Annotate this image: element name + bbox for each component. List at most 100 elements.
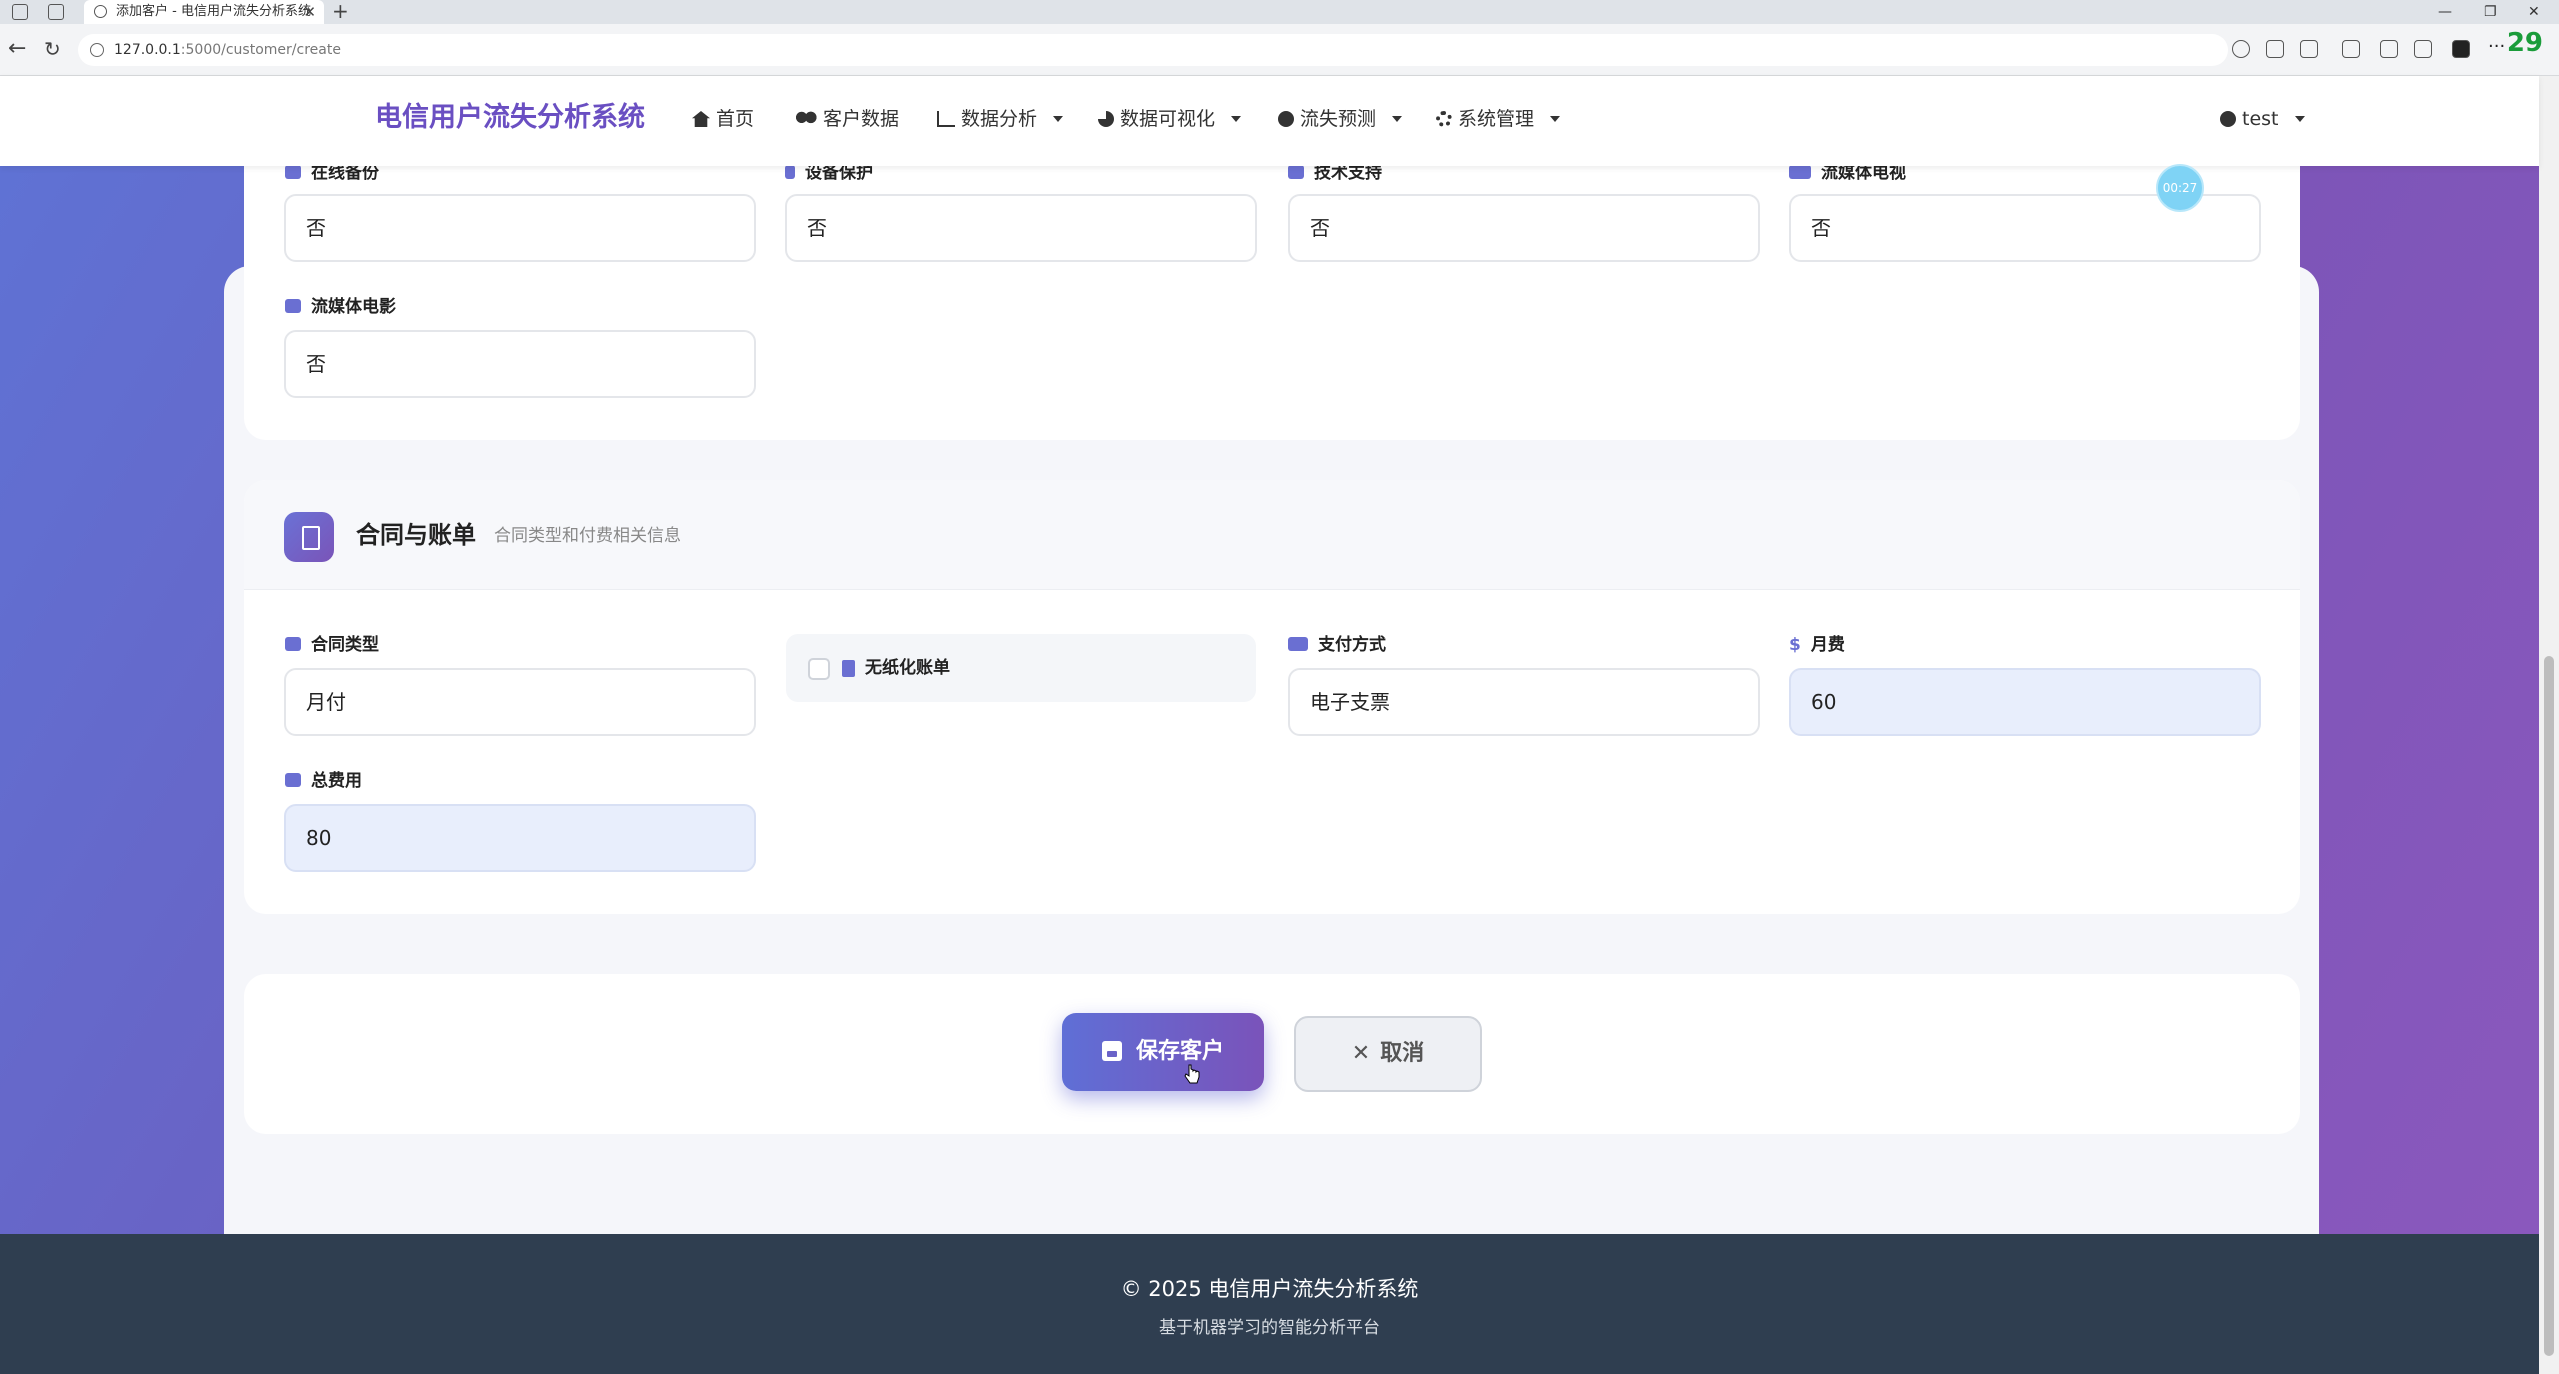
cancel-button[interactable]: ✕ 取消	[1294, 1016, 1482, 1092]
page-footer: © 2025 电信用户流失分析系统 基于机器学习的智能分析平台	[0, 1234, 2539, 1374]
browser-address-bar: ← ↻ 127.0.0.1:5000/customer/create ··· 2…	[0, 24, 2559, 76]
contract-section-title: 合同与账单	[356, 521, 476, 549]
nav-item-admin[interactable]: 系统管理	[1436, 104, 1560, 134]
zoom-icon[interactable]	[2232, 40, 2250, 58]
tech-support-label-text: 技术支持	[1314, 163, 1382, 183]
paperless-billing-label: 无纸化账单	[865, 658, 950, 678]
browser-tab-bar: 添加客户 - 电信用户流失分析系统 ✕ + — ❐ ✕	[0, 0, 2559, 24]
calendar-check-icon	[285, 637, 301, 651]
url-field[interactable]: 127.0.0.1:5000/customer/create	[78, 34, 2228, 66]
paperless-billing-option[interactable]: 无纸化账单	[786, 634, 1256, 702]
online-backup-label-text: 在线备份	[311, 163, 379, 183]
scrollbar-thumb[interactable]	[2544, 656, 2554, 1356]
user-name: test	[2242, 108, 2279, 130]
timer-bubble[interactable]: 00:27	[2156, 164, 2204, 212]
nav-item-prediction[interactable]: 流失预测	[1278, 104, 1402, 134]
streaming-movies-label-text: 流媒体电影	[311, 297, 396, 317]
contract-type-label: 合同类型	[285, 634, 379, 656]
chart-bar-icon	[937, 111, 955, 127]
nav-item-prediction-label: 流失预测	[1300, 108, 1377, 130]
credit-card-icon	[1288, 637, 1308, 651]
nav-item-visualization-label: 数据可视化	[1120, 108, 1216, 130]
save-customer-label: 保存客户	[1135, 1039, 1224, 1064]
device-protection-label-text: 设备保护	[805, 163, 873, 183]
url-host: 127.0.0.1	[114, 42, 181, 58]
tv-icon	[1789, 165, 1811, 179]
payment-method-label-text: 支付方式	[1318, 635, 1386, 655]
file-icon	[842, 660, 855, 677]
more-menu-icon[interactable]: ···	[2488, 38, 2506, 58]
nav-item-home-label: 首页	[716, 108, 755, 130]
footer-copyright: © 2025 电信用户流失分析系统	[1120, 1277, 1419, 1301]
nav-item-analysis-label: 数据分析	[961, 108, 1038, 130]
contract-section-subtitle: 合同类型和付费相关信息	[494, 526, 681, 546]
user-menu[interactable]: test	[2220, 104, 2305, 134]
profile-icon[interactable]	[2452, 40, 2470, 58]
cancel-label: 取消	[1380, 1041, 1425, 1066]
home-icon	[692, 111, 710, 127]
dollar-icon: $	[1789, 635, 1801, 655]
actions-card	[244, 974, 2300, 1134]
extensions-icon[interactable]	[2380, 40, 2398, 58]
notification-badge: 29	[2506, 28, 2543, 58]
nav-item-customers[interactable]: 客户数据	[795, 104, 899, 134]
payment-method-select[interactable]: 电子支票	[1288, 668, 1760, 736]
services-card: 在线备份 否 设备保护 否 技术支持 否 流媒体电视 否 流媒体电影 否	[244, 120, 2300, 440]
tab-close-icon[interactable]: ✕	[303, 0, 316, 24]
workspaces-icon[interactable]	[12, 4, 28, 20]
user-circle-icon	[2220, 111, 2236, 127]
film-icon	[285, 299, 301, 313]
contract-type-label-text: 合同类型	[311, 635, 379, 655]
save-customer-button[interactable]: 保存客户	[1062, 1013, 1264, 1091]
device-protection-select[interactable]: 否	[785, 194, 1257, 262]
app-navbar: 电信用户流失分析系统 首页 客户数据 数据分析 数据可视化 流失预测 系统管理 …	[0, 76, 2539, 166]
monthly-fee-input[interactable]: 60	[1789, 668, 2261, 736]
mobile-icon	[785, 165, 795, 179]
cloud-icon	[285, 165, 301, 179]
coins-icon	[285, 773, 301, 787]
monthly-fee-label-text: 月费	[1810, 635, 1845, 655]
tech-support-select[interactable]: 否	[1288, 194, 1760, 262]
chart-pie-icon	[1098, 111, 1114, 127]
window-close-button[interactable]: ✕	[2528, 0, 2540, 24]
window-restore-button[interactable]: ❐	[2484, 0, 2497, 24]
nav-item-analysis[interactable]: 数据分析	[937, 104, 1063, 134]
tab-actions-icon[interactable]	[48, 4, 64, 20]
new-tab-button[interactable]: +	[332, 0, 349, 22]
gear-icon	[1436, 111, 1452, 127]
streaming-tv-label-text: 流媒体电视	[1821, 163, 1906, 183]
mouse-pointer-icon	[1184, 1064, 1200, 1084]
browser-tab[interactable]: 添加客户 - 电信用户流失分析系统 ✕	[84, 0, 324, 24]
url-path: :5000/customer/create	[180, 42, 341, 58]
online-backup-select[interactable]: 否	[284, 194, 756, 262]
favorite-star-icon[interactable]	[2300, 40, 2318, 58]
tools-icon	[1288, 165, 1304, 179]
read-aloud-icon[interactable]	[2266, 40, 2284, 58]
site-info-icon[interactable]	[90, 43, 104, 57]
window-minimize-button[interactable]: —	[2438, 0, 2452, 24]
reload-icon[interactable]: ↻	[44, 36, 61, 62]
footer-tagline: 基于机器学习的智能分析平台	[1159, 1318, 1380, 1338]
page-scrollbar[interactable]	[2539, 76, 2559, 1374]
browser-tab-title: 添加客户 - 电信用户流失分析系统	[116, 4, 311, 19]
nav-item-admin-label: 系统管理	[1458, 108, 1535, 130]
nav-item-visualization[interactable]: 数据可视化	[1098, 104, 1241, 134]
favorites-icon[interactable]	[2414, 40, 2432, 58]
brand-title[interactable]: 电信用户流失分析系统	[375, 98, 645, 138]
contract-type-select[interactable]: 月付	[284, 668, 756, 736]
monthly-fee-label: $ 月费	[1789, 634, 1845, 656]
users-icon	[795, 111, 817, 127]
globe-icon	[94, 5, 107, 18]
total-fee-label-text: 总费用	[311, 771, 362, 791]
nav-item-customers-label: 客户数据	[823, 108, 900, 130]
file-invoice-icon	[284, 512, 334, 562]
payment-method-label: 支付方式	[1288, 634, 1386, 656]
split-screen-icon[interactable]	[2342, 40, 2360, 58]
nav-item-home[interactable]: 首页	[692, 104, 754, 134]
back-arrow-icon[interactable]: ←	[8, 36, 26, 62]
total-fee-input[interactable]: 80	[284, 804, 756, 872]
paperless-billing-checkbox[interactable]	[808, 658, 830, 680]
streaming-movies-select[interactable]: 否	[284, 330, 756, 398]
brain-icon	[1278, 111, 1294, 127]
streaming-movies-label: 流媒体电影	[285, 296, 396, 318]
